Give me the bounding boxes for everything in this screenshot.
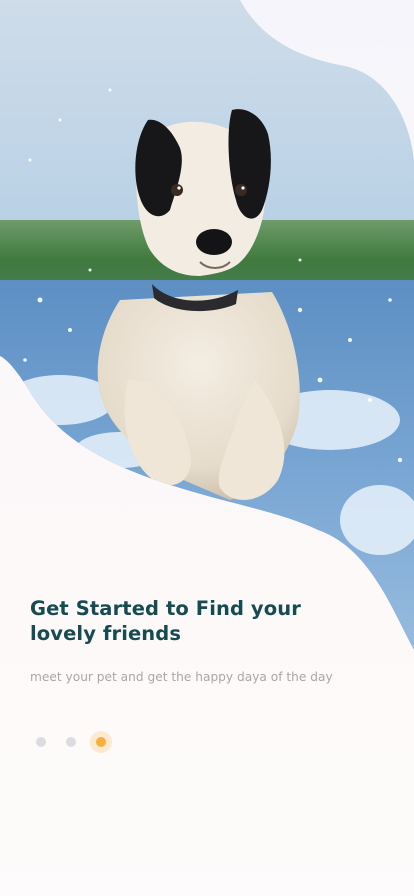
onboarding-screen: Get Started to Find your lovely friends …	[0, 0, 414, 896]
page-dot-1[interactable]	[36, 737, 46, 747]
onboarding-subtitle: meet your pet and get the happy daya of …	[30, 670, 333, 684]
hero-dog-photo	[0, 0, 414, 650]
page-dot-2[interactable]	[66, 737, 76, 747]
page-indicator	[30, 730, 122, 754]
page-dot-3-active[interactable]	[90, 731, 112, 753]
onboarding-headline: Get Started to Find your lovely friends	[30, 597, 301, 645]
